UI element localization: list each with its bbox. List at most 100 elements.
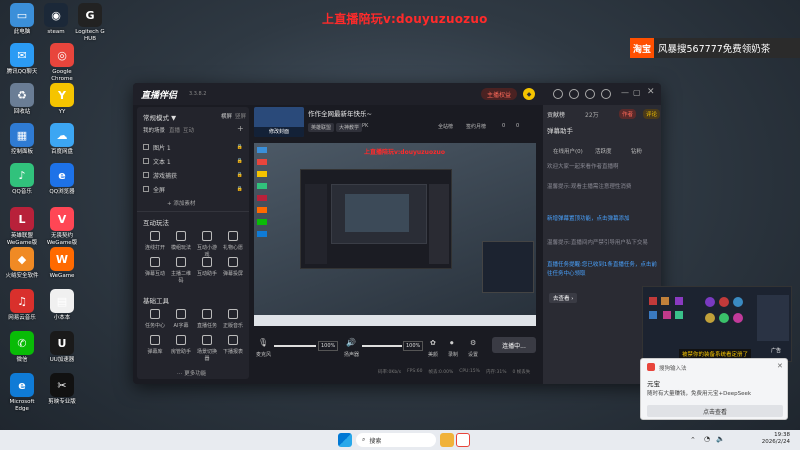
toast-close-icon[interactable]: ✕ [777, 362, 783, 370]
speaker-slider[interactable] [362, 345, 402, 347]
tool-button[interactable]: 弹幕库 [143, 335, 167, 355]
more-functions-button[interactable]: ⋯ 更多功能 [177, 369, 206, 377]
go-view-button[interactable]: 去查看 › [549, 293, 578, 303]
record-icon[interactable]: ⏺ [450, 339, 454, 348]
tab-monthly-rank[interactable]: 签约月榜 [466, 123, 486, 130]
tab-portrait[interactable]: 竖屏 [235, 112, 246, 120]
contribution-tab[interactable]: 贡献榜 [547, 110, 565, 119]
scene-item[interactable]: 图片 1 🔒 [143, 141, 243, 153]
tool-button[interactable]: 下播报表 [221, 335, 245, 355]
tool-button[interactable]: AI字幕 [169, 309, 193, 329]
desktop-icon[interactable]: ♫ 网易云音乐 [2, 289, 42, 322]
tool-button[interactable]: 互动小游戏 [195, 231, 219, 258]
chevron-up-icon[interactable]: ⌃ [690, 436, 696, 444]
cover-thumbnail[interactable]: 修改封面 [254, 107, 304, 137]
speaker-volume[interactable]: 100% [403, 341, 424, 351]
beauty-label[interactable]: 美颜 [428, 351, 438, 358]
settings-icon[interactable] [601, 89, 611, 99]
subcategory-tag[interactable]: 大神教学 [336, 123, 363, 132]
gift-icon[interactable]: ◆ [523, 88, 535, 100]
tool-button[interactable]: 任务中心 [143, 309, 167, 329]
record-label[interactable]: 录制 [448, 351, 458, 358]
tool-button[interactable]: 直播任务 [195, 309, 219, 329]
game-overlay-window[interactable]: 被禁你的装备系统看定册了 广告 [642, 286, 792, 362]
desktop-icon[interactable]: ♻ 回收站 [2, 83, 42, 116]
speaker-icon[interactable]: 🔊 [346, 338, 356, 347]
desktop-icon[interactable]: ▤ 小本本 [42, 289, 82, 322]
tool-button[interactable]: 弹幕投屏 [221, 257, 245, 277]
tool-button[interactable]: 互动助手 [195, 257, 219, 277]
message-icon[interactable] [585, 89, 595, 99]
comment-badge[interactable]: 评论 [643, 109, 661, 119]
mic-volume[interactable]: 100% [318, 341, 339, 351]
lock-icon[interactable]: 🔒 [237, 172, 243, 178]
desktop-icon[interactable]: G Logitech G HUB [70, 3, 110, 43]
tab-global-rank[interactable]: 全站榜 [438, 123, 453, 130]
tab-activity[interactable]: 活跃度 [595, 147, 612, 155]
taskbar-search[interactable]: ⌕ 搜索 [356, 433, 436, 447]
tool-button[interactable]: 连线打开 [143, 231, 167, 251]
toast-view-button[interactable]: 点击查看 [647, 405, 783, 417]
desktop-icon[interactable]: V 无畏契约WeGame版 [42, 207, 82, 247]
scene-item[interactable]: 文本 1 🔒 [143, 155, 243, 167]
desktop-icon[interactable]: e Microsoft Edge [2, 373, 42, 413]
tool-button[interactable]: 礼物心愿 [221, 231, 245, 251]
desktop-icon[interactable]: L 英雄联盟WeGame版 [2, 207, 42, 247]
settings-gear-icon[interactable]: ⚙ [470, 339, 476, 347]
headset-icon[interactable] [553, 89, 563, 99]
add-scene-icon[interactable]: + [237, 124, 244, 133]
scene-item[interactable]: 全屏 🔒 [143, 183, 243, 195]
tab-online-users[interactable]: 在线用户(0) [553, 147, 583, 155]
skin-icon[interactable] [569, 89, 579, 99]
tool-button[interactable]: 弹幕互动 [143, 257, 167, 277]
desktop-icon[interactable]: ✂ 剪映专业版 [42, 373, 82, 406]
scene-tab-live[interactable]: 直播 [169, 126, 180, 134]
lock-icon[interactable]: 🔒 [237, 186, 243, 192]
tool-button[interactable]: 主播二维码 [169, 257, 193, 284]
maximize-icon[interactable]: ▢ [633, 88, 641, 97]
scene-tab-interact[interactable]: 互动 [183, 126, 194, 134]
tool-button[interactable]: 房管助手 [169, 335, 193, 355]
add-material-button[interactable]: + 添加素材 [167, 199, 195, 207]
taobao-ad[interactable]: 淘宝 风暴搜567777免费领奶茶 [630, 38, 800, 58]
close-icon[interactable]: ✕ [647, 87, 655, 97]
anchor-rights-button[interactable]: 主播权益 [481, 88, 517, 100]
desktop-icon[interactable]: e QQ浏览器 [42, 163, 82, 196]
task-reminder[interactable]: 直播任务提醒:您已收到1条直播任务，点击前往任务中心领取 [547, 261, 657, 279]
desktop-icon[interactable]: U UU加速器 [42, 331, 82, 364]
file-explorer-icon[interactable] [440, 433, 454, 447]
clock[interactable]: 19:38 2026/2/24 [754, 432, 790, 446]
mic-slider[interactable] [274, 345, 316, 347]
lock-icon[interactable]: 🔒 [237, 158, 243, 164]
desktop-icon[interactable]: ✆ 微信 [2, 331, 42, 364]
tab-diamond-fans[interactable]: 钻粉 [631, 147, 642, 155]
windows-start-icon[interactable] [338, 433, 352, 447]
volume-icon[interactable]: 🔈 [716, 435, 725, 443]
lock-icon[interactable]: 🔒 [237, 144, 243, 150]
desktop-icon[interactable]: ☁ 百度网盘 [42, 123, 82, 156]
tool-button[interactable]: 模组玩法 [169, 231, 193, 251]
stream-title[interactable]: 作作全网最新年快乐~ [308, 108, 372, 118]
live-companion-taskbar-icon[interactable] [456, 433, 470, 447]
settings-label[interactable]: 设置 [468, 351, 478, 358]
desktop-icon[interactable]: ◆ 火绒安全软件 [2, 247, 42, 280]
mode-selector[interactable]: 常规模式 ▼ [143, 112, 176, 122]
stream-preview[interactable]: 上直播陪玩v:douyuzuozuo [254, 143, 536, 326]
desktop-icon[interactable]: ✉ 腾讯QQ聊天 [2, 43, 42, 76]
start-stream-button[interactable]: 连播中... [492, 337, 536, 353]
scene-checkbox[interactable] [143, 144, 149, 150]
desktop-icon[interactable]: ♪ QQ音乐 [2, 163, 42, 196]
tool-button[interactable]: 正版音乐 [221, 309, 245, 329]
beauty-icon[interactable]: ✿ [430, 339, 436, 347]
scene-checkbox[interactable] [143, 158, 149, 164]
desktop-icon[interactable]: W WeGame [42, 247, 82, 280]
desktop-icon[interactable]: ▦ 控制面板 [2, 123, 42, 156]
network-icon[interactable]: ◔ [704, 435, 710, 443]
notification-toast[interactable]: 搜狗输入法 ✕ 元宝 随时有大量赚钱，免费用元宝+DeepSeek 点击查看 [640, 358, 788, 420]
tool-button[interactable]: 场景切换器 [195, 335, 219, 362]
category-tag[interactable]: 英雄联盟 [308, 123, 335, 132]
desktop-icon[interactable]: ◎ Google Chrome [42, 43, 82, 83]
scene-checkbox[interactable] [143, 186, 149, 192]
pk-tag[interactable]: PK [362, 123, 368, 129]
desktop-icon[interactable]: Y YY [42, 83, 82, 116]
